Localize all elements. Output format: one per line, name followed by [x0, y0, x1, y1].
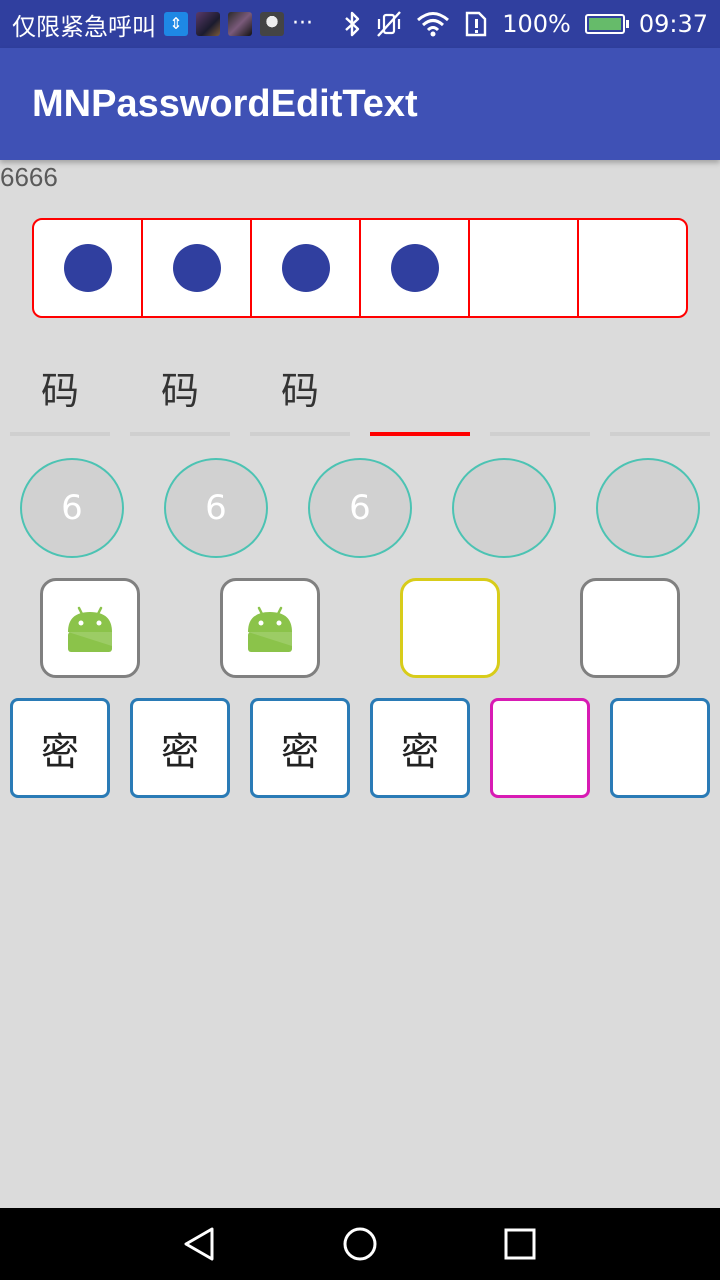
- password-field-underline[interactable]: 码 码 码: [10, 350, 710, 440]
- filled-dot-icon: [281, 244, 330, 292]
- notification-thumbnail-icon: [260, 12, 284, 36]
- password-cell-6: [579, 220, 686, 316]
- filled-dot-icon: [63, 244, 112, 292]
- square-cell-3: 密: [250, 698, 350, 798]
- rounded-cell-1: [40, 578, 140, 678]
- notification-thumbnail-icon: [228, 12, 252, 36]
- circle-cell-5: [596, 458, 700, 558]
- underline: [130, 432, 230, 436]
- password-cell-4: [361, 220, 470, 316]
- underline: [610, 432, 710, 436]
- underline-cell-6: [610, 350, 710, 436]
- underline-cell-2: 码: [130, 350, 230, 436]
- battery-icon: [584, 14, 629, 34]
- square-cell-4: 密: [370, 698, 470, 798]
- password-cell-2: [143, 220, 252, 316]
- underline: [10, 432, 110, 436]
- square-cell-5-active: [490, 698, 590, 798]
- usb-icon: ⇕: [164, 12, 188, 36]
- square-cell-1: 密: [10, 698, 110, 798]
- rounded-cell-2: [220, 578, 320, 678]
- android-icon: [68, 606, 112, 652]
- underline: [250, 432, 350, 436]
- square-cell-2: 密: [130, 698, 230, 798]
- sim-alert-icon: [466, 11, 487, 37]
- home-icon[interactable]: [340, 1224, 380, 1264]
- clock: 09:37: [638, 10, 708, 38]
- underline-cell-1: 码: [10, 350, 110, 436]
- android-icon: [248, 606, 292, 652]
- navigation-bar: [0, 1208, 720, 1280]
- underline-char: 码: [40, 369, 79, 413]
- back-icon[interactable]: [180, 1224, 220, 1264]
- status-right: 100% 09:37: [342, 0, 708, 48]
- circle-cell-3: 6: [308, 458, 412, 558]
- filled-dot-icon: [172, 244, 221, 292]
- more-notifications-icon: ···: [292, 11, 313, 36]
- bluetooth-icon: [345, 11, 360, 37]
- app-bar: MNPasswordEditText: [0, 48, 720, 160]
- underline-cell-4: [370, 350, 470, 436]
- password-cell-5: [470, 220, 579, 316]
- rounded-cell-3-active: [400, 578, 500, 678]
- circle-cell-2: 6: [164, 458, 268, 558]
- status-bar: 仅限紧急呼叫 ⇕ ··· 100% 09:37: [0, 0, 720, 48]
- underline-char: 码: [160, 369, 199, 413]
- active-underline: [370, 432, 470, 436]
- battery-percent: 100%: [502, 10, 571, 38]
- filled-dot-icon: [390, 244, 439, 292]
- underline-cell-5: [490, 350, 590, 436]
- vibrate-off-icon: [377, 11, 402, 37]
- password-value-text: 6666: [0, 162, 58, 192]
- underline-char: 码: [280, 369, 319, 413]
- wifi-icon: [417, 12, 450, 37]
- password-cell-1: [34, 220, 143, 316]
- app-title: MNPasswordEditText: [32, 83, 418, 125]
- underline-cell-3: 码: [250, 350, 350, 436]
- rounded-cell-4: [580, 578, 680, 678]
- password-cell-3: [252, 220, 361, 316]
- circle-cell-1: 6: [20, 458, 124, 558]
- circle-cell-4: [452, 458, 556, 558]
- recents-icon[interactable]: [500, 1224, 540, 1264]
- carrier-text: 仅限紧急呼叫: [12, 12, 156, 41]
- square-cell-6: [610, 698, 710, 798]
- notification-thumbnail-icon: [196, 12, 220, 36]
- password-field-dots[interactable]: [32, 218, 688, 318]
- status-left: 仅限紧急呼叫 ⇕ ···: [12, 0, 313, 48]
- underline: [490, 432, 590, 436]
